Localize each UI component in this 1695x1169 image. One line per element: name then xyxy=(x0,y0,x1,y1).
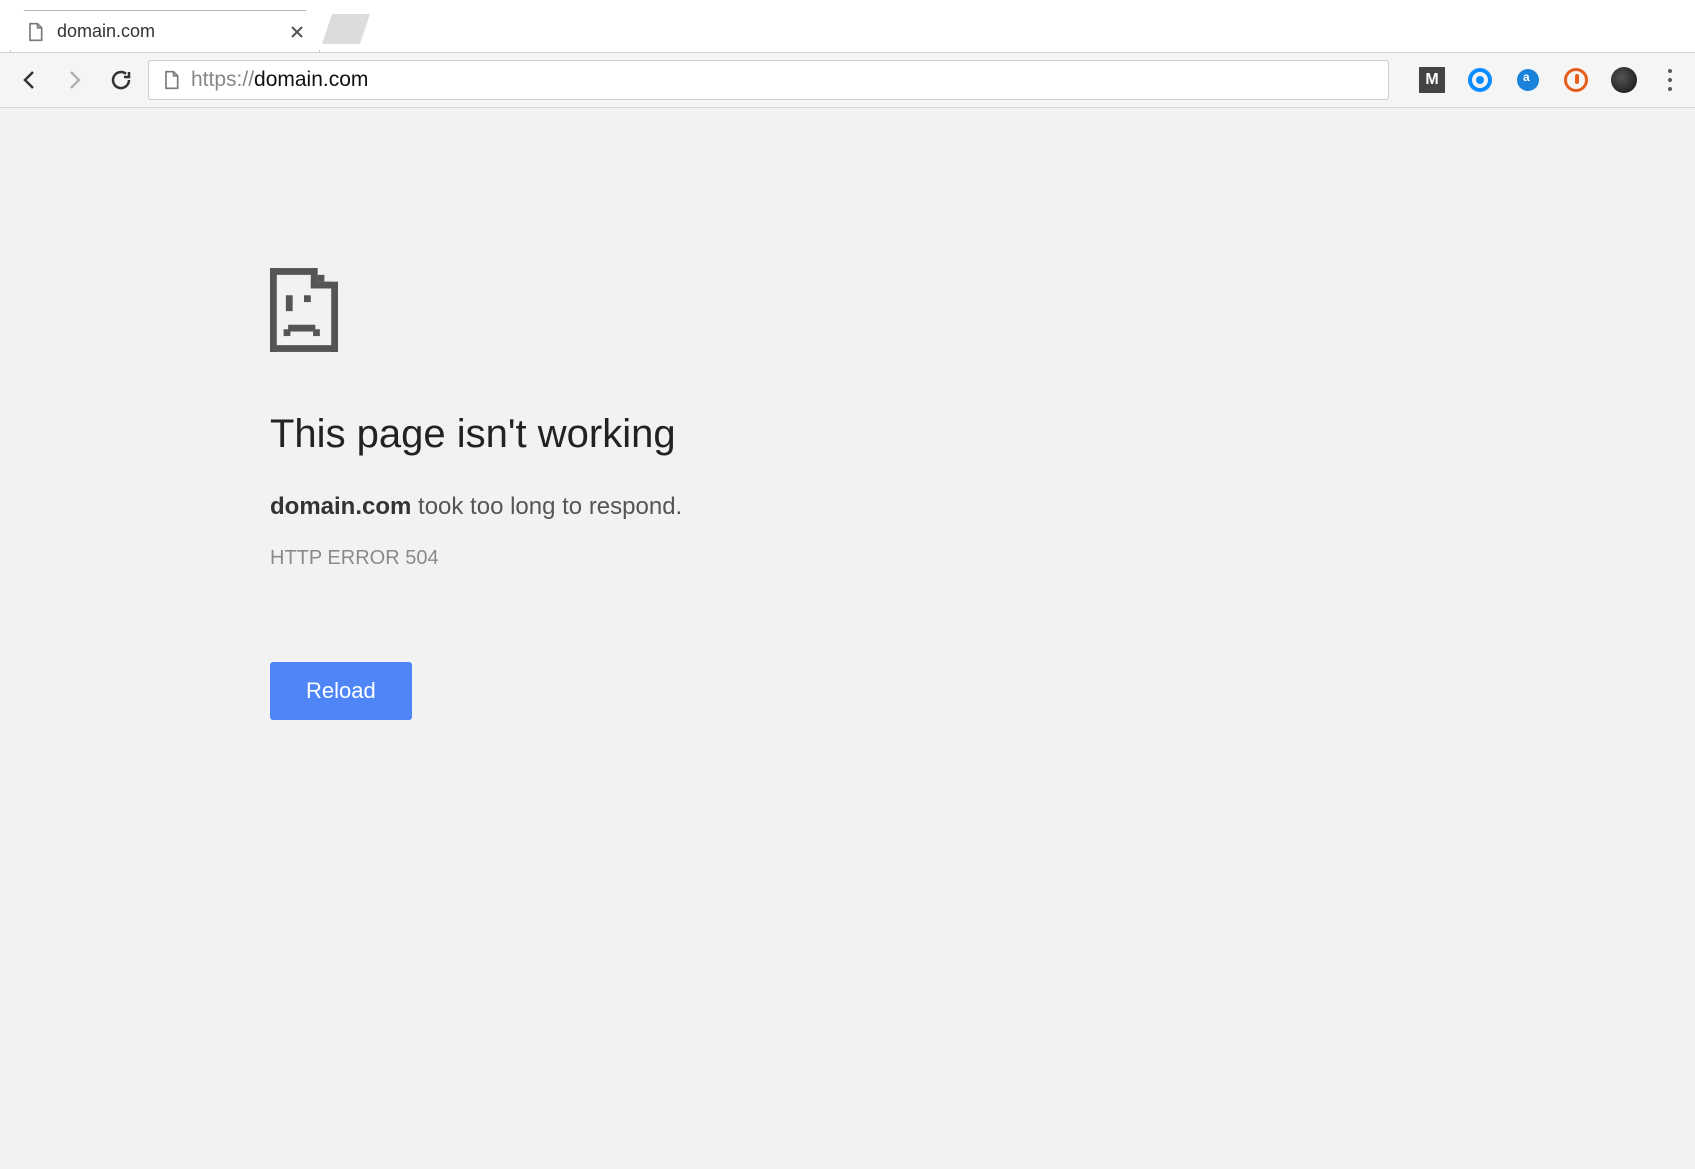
close-icon[interactable] xyxy=(289,24,305,40)
tab-strip: domain.com xyxy=(0,0,1695,53)
sad-file-icon xyxy=(270,268,338,352)
mega-extension-icon[interactable]: M xyxy=(1419,67,1445,93)
url-host: domain.com xyxy=(254,68,368,91)
error-heading: This page isn't working xyxy=(270,412,1050,457)
amazon-assistant-extension-icon[interactable] xyxy=(1515,67,1541,93)
forward-button[interactable] xyxy=(56,61,94,99)
reload-button[interactable] xyxy=(102,61,140,99)
back-button[interactable] xyxy=(10,61,48,99)
error-message-suffix: took too long to respond. xyxy=(411,493,682,520)
reload-page-button[interactable]: Reload xyxy=(270,662,412,720)
file-icon xyxy=(25,22,45,42)
error-container: This page isn't working domain.com took … xyxy=(270,268,1050,720)
error-code: HTTP ERROR 504 xyxy=(270,547,1050,570)
file-icon xyxy=(161,70,181,90)
address-url: https://domain.com xyxy=(191,68,368,92)
new-tab-button[interactable] xyxy=(322,14,370,44)
toolbar: https://domain.com M xyxy=(0,53,1695,108)
kebab-menu-icon[interactable] xyxy=(1655,61,1685,99)
browser-tab[interactable]: domain.com xyxy=(10,10,320,52)
error-message: domain.com took too long to respond. xyxy=(270,493,1050,521)
blue-ring-extension-icon[interactable] xyxy=(1467,67,1493,93)
url-scheme: https:// xyxy=(191,68,254,91)
extension-icons: M xyxy=(1397,67,1647,93)
page-viewport: This page isn't working domain.com took … xyxy=(0,108,1695,1169)
address-bar[interactable]: https://domain.com xyxy=(148,60,1389,100)
dark-circle-extension-icon[interactable] xyxy=(1611,67,1637,93)
error-domain: domain.com xyxy=(270,493,411,520)
tab-title: domain.com xyxy=(57,21,281,42)
orange-ring-extension-icon[interactable] xyxy=(1563,67,1589,93)
